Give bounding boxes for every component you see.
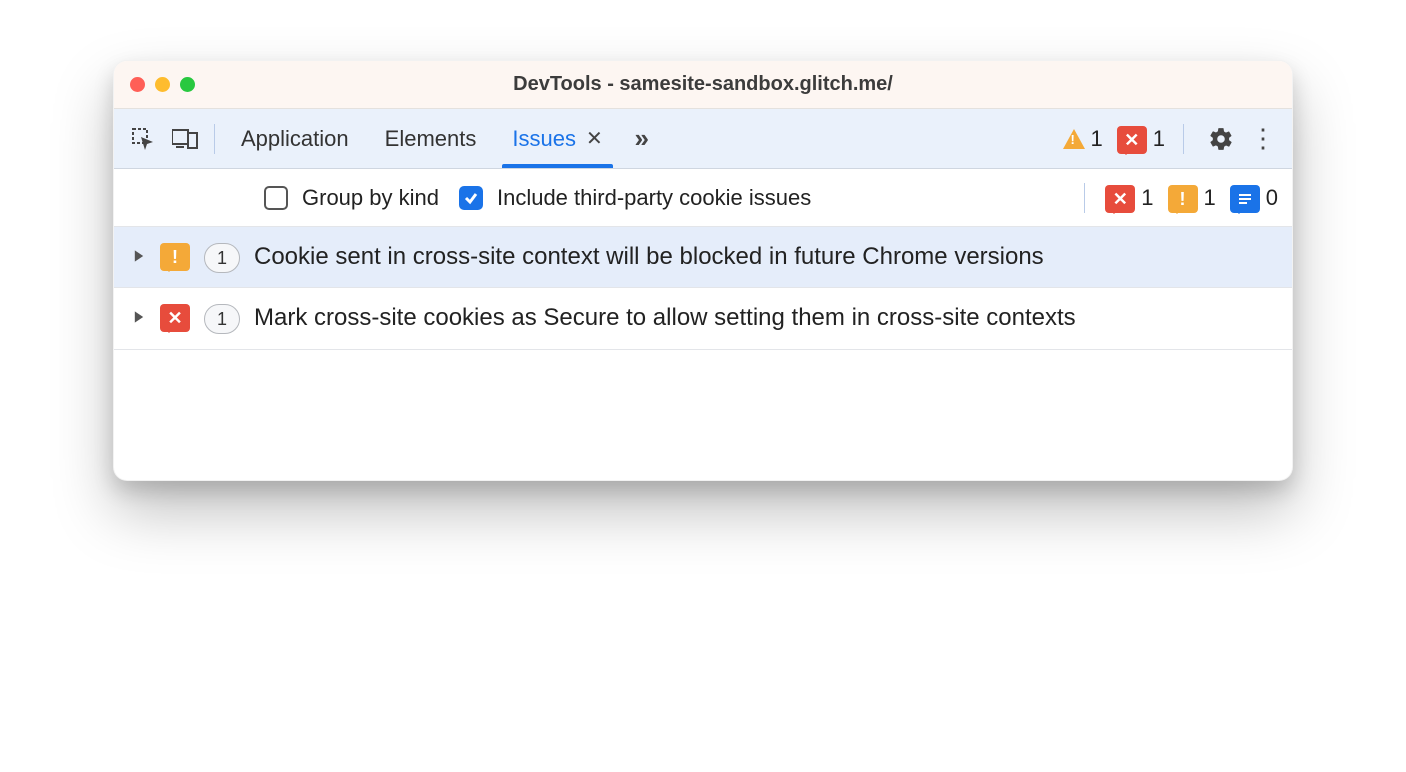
expand-icon[interactable] [132,249,146,263]
warnings-counter[interactable]: 1 [1063,126,1103,152]
more-tabs-icon[interactable]: » [623,120,661,158]
errors-counter[interactable]: ✕ 1 [1117,124,1165,154]
include-third-party-label: Include third-party cookie issues [497,185,811,211]
warnings-count: 1 [1091,126,1103,152]
error-bubble-icon: ✕ [1105,185,1135,213]
group-by-kind-label: Group by kind [302,185,439,211]
toolbar-warnings-count: 1 [1204,185,1216,211]
toolbar-info-count: 0 [1266,185,1278,211]
tab-label: Issues [512,126,576,152]
window-title: DevTools - samesite-sandbox.glitch.me/ [114,73,1292,96]
error-bubble-icon: ✕ [1117,126,1147,154]
devtools-window: DevTools - samesite-sandbox.glitch.me/ A… [113,60,1293,481]
toolbar-info-counter[interactable]: 0 [1230,183,1278,213]
info-bubble-icon [1230,185,1260,213]
empty-area [114,350,1292,480]
titlebar: DevTools - samesite-sandbox.glitch.me/ [114,61,1292,109]
issue-row[interactable]: ! 1 Cookie sent in cross-site context wi… [114,227,1292,288]
close-tab-icon[interactable]: ✕ [586,126,603,151]
toolbar-errors-count: 1 [1141,185,1153,211]
warning-triangle-icon [1063,129,1085,149]
issue-count-badge: 1 [204,304,240,334]
traffic-lights [130,77,195,92]
minimize-window-button[interactable] [155,77,170,92]
tab-label: Elements [385,126,477,152]
errors-count: 1 [1153,126,1165,152]
issue-title: Mark cross-site cookies as Secure to all… [254,302,1274,334]
tab-label: Application [241,126,349,152]
issue-row[interactable]: ✕ 1 Mark cross-site cookies as Secure to… [114,288,1292,349]
issues-toolbar: Group by kind Include third-party cookie… [114,169,1292,227]
warning-bubble-icon: ! [1168,185,1198,213]
tab-bar: Application Elements Issues ✕ » 1 ✕ 1 ⋮ [114,109,1292,169]
tab-elements[interactable]: Elements [369,109,493,168]
toolbar-errors-counter[interactable]: ✕ 1 [1105,183,1153,213]
device-toolbar-icon[interactable] [166,120,204,158]
issues-list: ! 1 Cookie sent in cross-site context wi… [114,227,1292,350]
include-third-party-checkbox[interactable] [459,186,483,210]
separator [1183,124,1184,154]
settings-icon[interactable] [1202,120,1240,158]
expand-icon[interactable] [132,310,146,324]
group-by-kind-checkbox[interactable] [264,186,288,210]
tab-issues[interactable]: Issues ✕ [496,109,618,168]
warning-bubble-icon: ! [160,243,190,271]
issue-count-badge: 1 [204,243,240,273]
inspect-element-icon[interactable] [124,120,162,158]
kebab-menu-icon[interactable]: ⋮ [1244,120,1282,158]
toolbar-warnings-counter[interactable]: ! 1 [1168,183,1216,213]
error-bubble-icon: ✕ [160,304,190,332]
issue-title: Cookie sent in cross-site context will b… [254,241,1274,273]
tab-application[interactable]: Application [225,109,365,168]
separator [1084,183,1085,213]
close-window-button[interactable] [130,77,145,92]
maximize-window-button[interactable] [180,77,195,92]
separator [214,124,215,154]
